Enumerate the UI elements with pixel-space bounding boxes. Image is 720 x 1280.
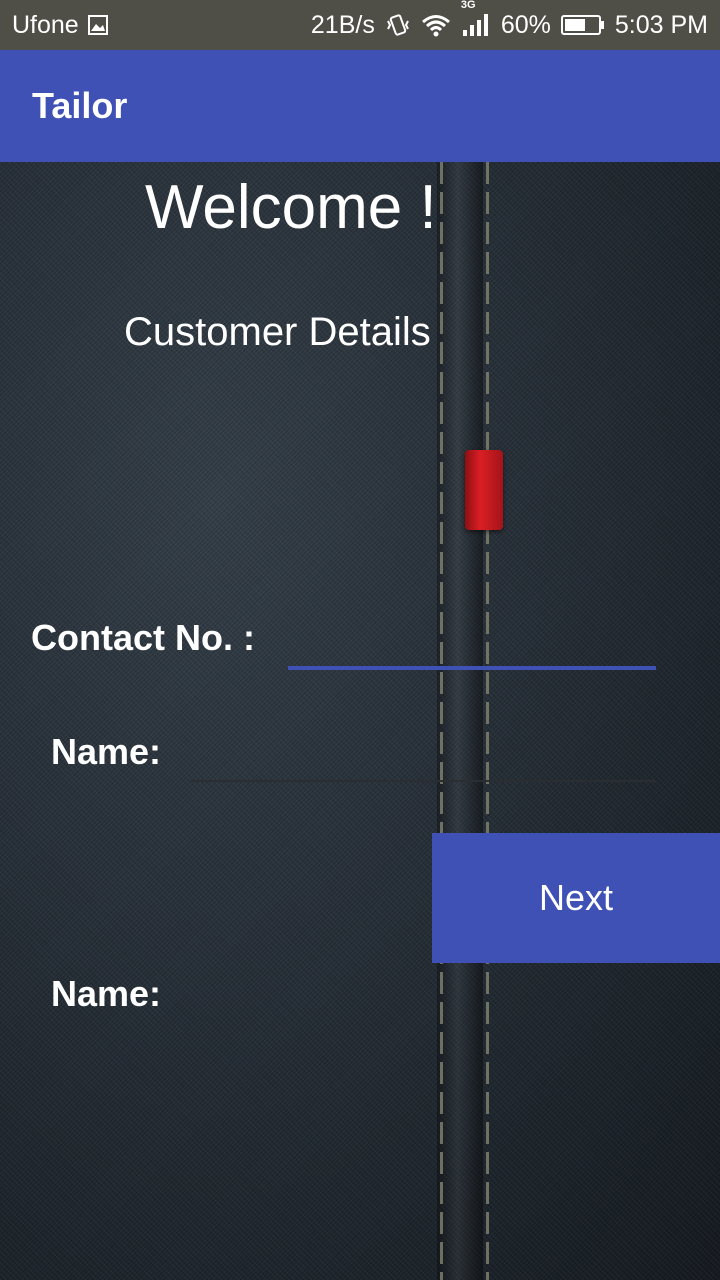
wifi-icon bbox=[421, 13, 451, 37]
app-title: Tailor bbox=[32, 85, 128, 126]
screen: Ufone 21B/s 3G 60% 5:03 PM Tailor Welcom… bbox=[0, 0, 720, 1280]
image-icon bbox=[87, 14, 109, 36]
clock: 5:03 PM bbox=[614, 10, 708, 39]
denim-seam bbox=[437, 162, 483, 1280]
signal-icon: 3G bbox=[461, 0, 491, 37]
welcome-heading: Welcome ! bbox=[145, 173, 437, 242]
contact-label: Contact No. : bbox=[31, 617, 255, 658]
app-bar: Tailor bbox=[0, 50, 720, 162]
next-button[interactable]: Next bbox=[432, 833, 720, 963]
name-label: Name: bbox=[51, 731, 162, 772]
status-bar: Ufone 21B/s 3G 60% 5:03 PM bbox=[0, 0, 720, 50]
seam-stitch-right bbox=[486, 162, 489, 1280]
red-tag-decoration bbox=[465, 450, 503, 530]
seam-stitch-left bbox=[440, 162, 443, 1280]
customer-details-subtitle: Customer Details bbox=[124, 310, 431, 354]
carrier-name: Ufone bbox=[12, 10, 79, 39]
denim-background: Welcome ! Customer Details Contact No. :… bbox=[0, 162, 720, 1280]
net-speed: 21B/s bbox=[310, 10, 375, 39]
contact-input[interactable] bbox=[288, 614, 656, 670]
battery-icon bbox=[560, 14, 605, 36]
network-type: 3G bbox=[460, 0, 476, 11]
vibrate-icon bbox=[385, 12, 411, 38]
battery-percent: 60% bbox=[500, 10, 551, 39]
name-input[interactable] bbox=[190, 728, 656, 782]
name-label-secondary: Name: bbox=[51, 973, 162, 1014]
